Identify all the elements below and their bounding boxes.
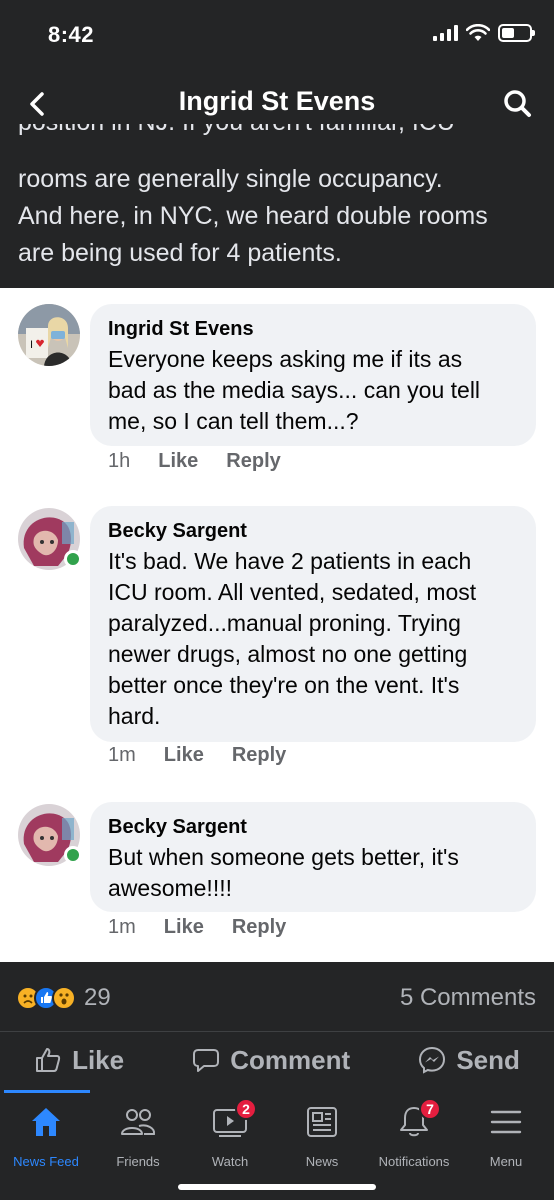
send-button[interactable]: Send [418,1045,520,1076]
search-button[interactable] [498,84,538,124]
reactions-summary[interactable]: 29 [16,984,111,1012]
tab-watch[interactable]: 2 Watch [180,1098,280,1169]
search-icon [504,90,531,117]
comment-like-button[interactable]: Like [158,450,198,473]
comment-time: 1m [108,916,136,938]
signal-icon [433,25,458,41]
comment-line: bad as the media says... can you tell [108,377,481,403]
comment-author[interactable]: Becky Sargent [108,814,518,840]
tab-news[interactable]: News [272,1102,372,1169]
comment-bubble: Becky Sargent It's bad. We have 2 patien… [90,506,536,742]
watch-badge: 2 [235,1098,257,1120]
tab-label: News Feed [13,1154,79,1169]
tab-notifications[interactable]: 7 Notifications [364,1098,464,1169]
news-icon [307,1107,337,1137]
tab-label: News [305,1154,339,1169]
comment-line: Everyone keeps asking me if its as [108,346,463,372]
online-status-dot [64,550,82,568]
notifications-badge: 7 [419,1098,441,1120]
comment-line: It's bad. We have 2 patients in each [108,548,472,574]
comment-time: 1h [108,450,131,472]
like-button[interactable]: Like [34,1045,124,1076]
post-line: rooms are generally single occupancy. [18,165,443,193]
bottom-tab-bar: News Feed Friends 2 Watch News 7 Notific… [0,1090,554,1200]
home-indicator[interactable] [178,1184,376,1190]
comment-author[interactable]: Becky Sargent [108,518,518,544]
wow-icon [52,986,76,1010]
comment-bubble: Becky Sargent But when someone gets bett… [90,802,536,912]
status-time: 8:42 [48,22,95,47]
comment-time: 1m [108,744,136,766]
svg-text:I: I [30,339,33,351]
comment-line: But when someone gets better, it's [108,844,459,870]
post-header-area: 8:42 Ingrid St Evens rooms are generally… [0,0,554,288]
post-body: position in NJ. If you aren't familiar, … [18,124,548,272]
post-footer-area: 29 5 Comments Like Comment Send News Fee… [0,962,554,1200]
reactions-row: 29 5 Comments [0,962,554,1032]
comment-bubble: Ingrid St Evens Everyone keeps asking me… [90,304,536,446]
home-icon [32,1108,60,1136]
reaction-count: 29 [84,984,111,1011]
comment-meta: 1m Like Reply [108,744,286,767]
tab-label: Menu [489,1154,523,1169]
wifi-icon [466,24,490,41]
post-line: And here, in NYC, we heard double rooms [18,202,488,230]
avatar-ingrid-image: I [18,304,80,366]
tab-label: Friends [116,1154,160,1169]
thumbs-up-icon [36,1048,61,1072]
post-actions: Like Comment Send [0,1034,554,1086]
comment-line: me, so I can tell them...? [108,408,359,434]
active-tab-indicator [4,1090,90,1093]
friends-icon [121,1109,156,1135]
tab-menu[interactable]: Menu [456,1102,554,1169]
comment-line: better once they're on the vent. It's [108,672,460,698]
tab-news-feed[interactable]: News Feed [0,1102,96,1169]
comment-line: awesome!!!! [108,875,232,901]
comment-button[interactable]: Comment [192,1045,350,1076]
online-status-dot [64,846,82,864]
comment-meta: 1m Like Reply [108,916,286,939]
battery-icon [498,24,535,42]
comment-icon [193,1049,220,1072]
comment-reply-button[interactable]: Reply [232,744,286,767]
page-title: Ingrid St Evens [178,86,376,116]
tab-label: Notifications [378,1154,450,1169]
comments-count[interactable]: 5 Comments [400,984,536,1012]
avatar[interactable]: I [18,304,80,366]
comment-like-button[interactable]: Like [164,916,204,939]
comment-line: hard. [108,703,161,729]
tab-friends[interactable]: Friends [88,1102,188,1169]
comment-author[interactable]: Ingrid St Evens [108,316,518,342]
comment-reply-button[interactable]: Reply [232,916,286,939]
tab-label: Watch [211,1154,249,1169]
comment-line: paralyzed...manual proning. Trying [108,610,461,636]
comment-line: newer drugs, almost no one getting [108,641,468,667]
menu-icon [490,1110,522,1134]
send-button-label: Send [456,1044,520,1075]
comment-like-button[interactable]: Like [164,744,204,767]
comment-meta: 1h Like Reply [108,450,281,473]
status-bar: 8:42 [0,0,554,70]
post-line: are being used for 4 patients. [18,239,342,267]
like-button-label: Like [72,1044,125,1075]
comment-line: ICU room. All vented, sedated, most [108,579,477,605]
comment-reply-button[interactable]: Reply [226,450,280,473]
messenger-icon [419,1046,446,1074]
comment-button-label: Comment [230,1044,351,1075]
post-line-cut: position in NJ. If you aren't familiar, … [18,124,548,161]
status-icons [433,24,535,42]
